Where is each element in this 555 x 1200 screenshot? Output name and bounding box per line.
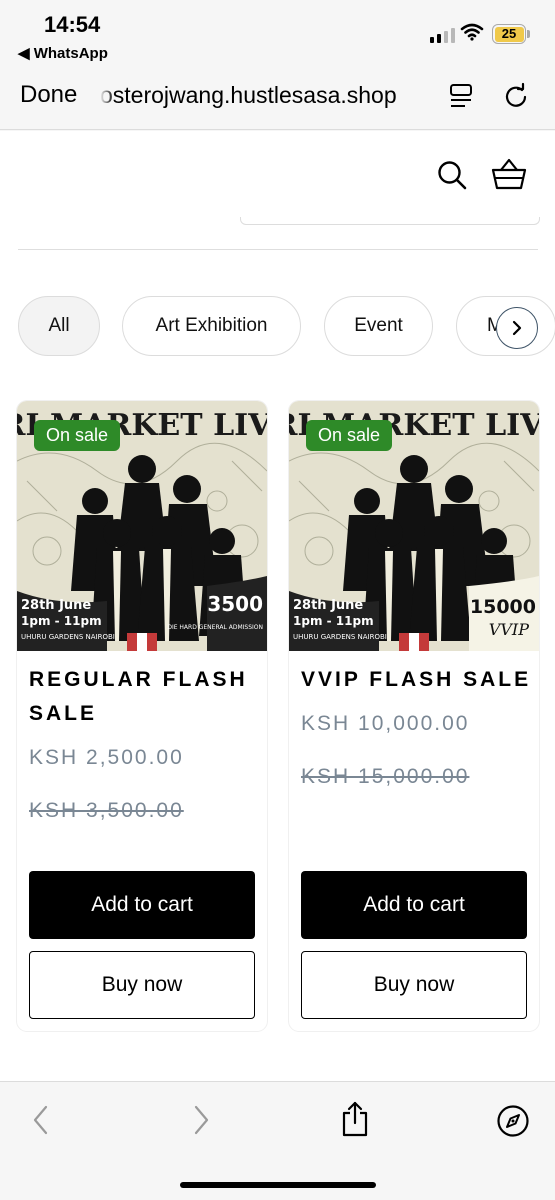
scroll-categories-button[interactable] bbox=[496, 307, 538, 349]
compass-icon[interactable] bbox=[496, 1104, 530, 1138]
product-listing: All Art Exhibition Event M FRI MARKET LI… bbox=[0, 217, 555, 1081]
poster-venue: UHURU GARDENS NAIROBI bbox=[21, 633, 115, 641]
poster-tier: VVIP bbox=[489, 620, 529, 639]
poster-hours: 1pm - 11pm bbox=[293, 614, 374, 628]
add-to-cart-button[interactable]: Add to cart bbox=[29, 871, 255, 939]
home-indicator[interactable] bbox=[180, 1182, 376, 1188]
status-time: 14:54 bbox=[44, 12, 101, 37]
reload-icon[interactable] bbox=[501, 81, 531, 111]
product-card[interactable]: FRI MARKET LIVE. 28th June 1pm - 11pm UH… bbox=[17, 401, 267, 1031]
battery-nub bbox=[527, 30, 530, 38]
poster-venue: UHURU GARDENS NAIROBI bbox=[293, 633, 387, 641]
on-sale-badge: On sale bbox=[34, 420, 121, 451]
category-chip-art-exhibition[interactable]: Art Exhibition bbox=[122, 296, 301, 356]
poster-date: 28th June bbox=[293, 598, 363, 613]
browser-toolbar bbox=[0, 1081, 555, 1200]
product-compare-price: KSH 3,500.00 bbox=[29, 799, 184, 822]
product-image[interactable]: FRI MARKET LIVE. 28th June 1pm - 11pm UH… bbox=[17, 401, 267, 651]
battery-level: 25 bbox=[494, 26, 524, 42]
back-to-whatsapp-link[interactable]: ◀ WhatsApp bbox=[18, 44, 108, 62]
status-bar: 14:54 ◀ WhatsApp 25 bbox=[0, 0, 555, 70]
store-header bbox=[0, 131, 555, 221]
category-chip-event[interactable]: Event bbox=[324, 296, 433, 356]
category-chip-all[interactable]: All bbox=[18, 296, 100, 356]
product-image[interactable]: FRI MARKET LIVE. 28th June 1pm - 11pm UH… bbox=[289, 401, 539, 651]
poster-amount: 15000 bbox=[470, 596, 536, 618]
product-card[interactable]: FRI MARKET LIVE. 28th June 1pm - 11pm UH… bbox=[289, 401, 539, 1031]
divider bbox=[18, 249, 538, 250]
product-price: KSH 10,000.00 bbox=[301, 712, 470, 735]
product-title[interactable]: VVIP FLASH SALE bbox=[301, 663, 533, 697]
buy-now-button[interactable]: Buy now bbox=[29, 951, 255, 1019]
add-to-cart-button[interactable]: Add to cart bbox=[301, 871, 527, 939]
basket-icon[interactable] bbox=[490, 157, 528, 191]
poster-hours: 1pm - 11pm bbox=[21, 614, 102, 628]
poster-date: 28th June bbox=[21, 598, 91, 613]
chevron-right-icon[interactable] bbox=[190, 1104, 212, 1136]
share-icon[interactable] bbox=[340, 1100, 370, 1138]
reader-icon[interactable] bbox=[447, 82, 475, 110]
battery-indicator: 25 bbox=[492, 24, 526, 44]
done-button[interactable]: Done bbox=[20, 81, 77, 109]
wifi-icon bbox=[460, 23, 484, 41]
browser-address-bar: Done osterojwang.hustlesasa.shop bbox=[0, 70, 555, 130]
url-field[interactable]: osterojwang.hustlesasa.shop bbox=[100, 82, 430, 109]
category-filter-bar: All Art Exhibition Event M bbox=[0, 296, 555, 358]
poster-amount: 3500 bbox=[207, 592, 263, 616]
on-sale-badge: On sale bbox=[306, 420, 393, 451]
buy-now-button[interactable]: Buy now bbox=[301, 951, 527, 1019]
chevron-right-icon bbox=[512, 320, 522, 336]
product-title[interactable]: REGULAR FLASH SALE bbox=[29, 663, 261, 731]
poster-tier: DIE HARD GENERAL ADMISSION bbox=[167, 624, 263, 631]
search-box-edge bbox=[240, 217, 540, 225]
product-price: KSH 2,500.00 bbox=[29, 746, 184, 769]
product-compare-price: KSH 15,000.00 bbox=[301, 765, 470, 788]
search-icon[interactable] bbox=[436, 159, 468, 191]
cellular-signal-icon bbox=[430, 27, 455, 43]
chevron-left-icon[interactable] bbox=[30, 1104, 52, 1136]
